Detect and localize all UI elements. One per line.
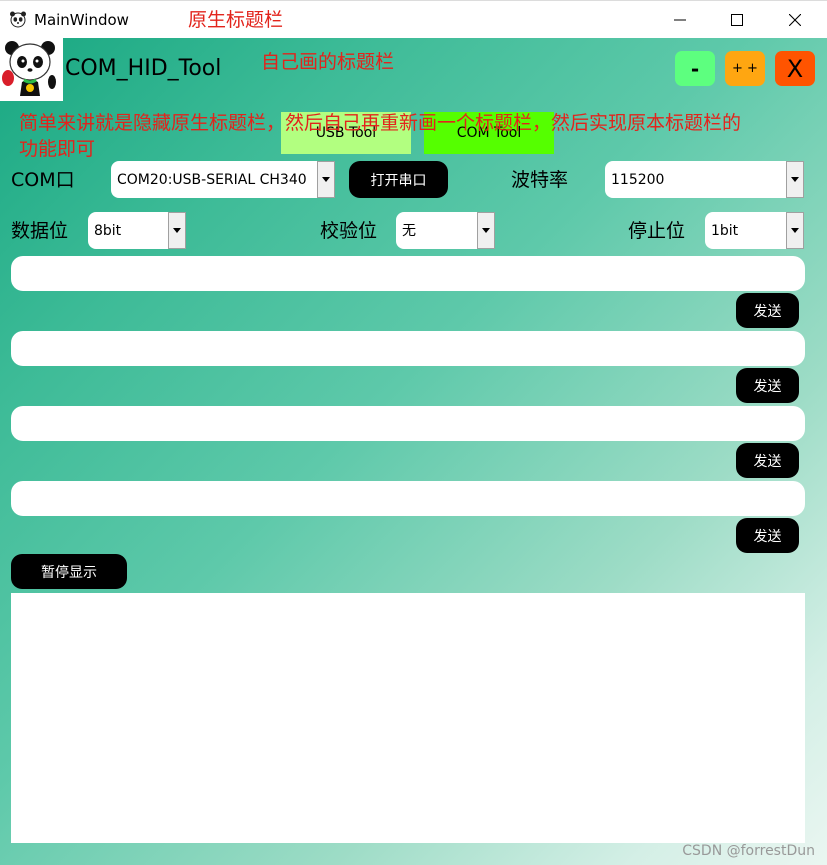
parity-select[interactable]: 无	[396, 212, 495, 249]
native-title-bar: MainWindow 原生标题栏	[0, 0, 827, 38]
custom-bar-annotation: 自己画的标题栏	[261, 51, 395, 73]
parity-value: 无	[402, 223, 416, 239]
custom-maximize-button[interactable]: + +	[725, 51, 765, 86]
chevron-down-icon	[173, 228, 181, 233]
panda-icon	[10, 11, 26, 28]
native-minimize-button[interactable]	[651, 1, 709, 39]
output-textarea[interactable]	[11, 593, 805, 843]
open-port-button[interactable]: 打开串口	[349, 161, 448, 198]
native-maximize-button[interactable]	[708, 1, 766, 39]
data-bits-value: 8bit	[94, 223, 122, 239]
send-button-4[interactable]: 发送	[736, 518, 799, 553]
baud-rate-select[interactable]: 115200	[605, 161, 804, 198]
dropdown-arrow[interactable]	[477, 212, 495, 249]
watermark: CSDN @forrestDun	[682, 843, 815, 859]
panda-icon	[2, 41, 56, 96]
send-button-2[interactable]: 发送	[736, 368, 799, 403]
dropdown-arrow[interactable]	[786, 212, 804, 249]
dropdown-arrow[interactable]	[786, 161, 804, 198]
send-button-3[interactable]: 发送	[736, 443, 799, 478]
baud-rate-label: 波特率	[511, 169, 569, 191]
custom-close-button[interactable]: X	[775, 51, 815, 86]
maximize-icon	[731, 14, 743, 26]
chevron-down-icon	[322, 177, 330, 182]
baud-rate-value: 115200	[611, 172, 665, 188]
chevron-down-icon	[482, 228, 490, 233]
summary-annotation: 简单来讲就是隐藏原生标题栏，然后自己再重新画一个标题栏，然后实现原本标题栏的功能…	[19, 112, 742, 160]
pause-display-button[interactable]: 暂停显示	[11, 554, 127, 589]
dropdown-arrow[interactable]	[317, 161, 335, 198]
close-icon	[789, 14, 801, 26]
window-title: MainWindow	[34, 11, 129, 29]
minimize-icon	[674, 19, 686, 21]
native-bar-annotation: 原生标题栏	[188, 9, 284, 31]
stop-bits-select[interactable]: 1bit	[705, 212, 804, 249]
parity-label: 校验位	[320, 220, 378, 242]
chevron-down-icon	[791, 228, 799, 233]
data-bits-label: 数据位	[11, 220, 69, 242]
send-input-2[interactable]	[11, 331, 805, 366]
com-port-value: COM20:USB-SERIAL CH340	[117, 172, 307, 188]
chevron-down-icon	[791, 177, 799, 182]
dropdown-arrow[interactable]	[168, 212, 186, 249]
custom-title: COM_HID_Tool	[65, 56, 222, 81]
custom-minimize-button[interactable]: -	[675, 51, 715, 86]
client-area: COM_HID_Tool 自己画的标题栏 - + + X USB Tool CO…	[0, 38, 827, 865]
native-close-button[interactable]	[766, 1, 824, 39]
stop-bits-value: 1bit	[711, 223, 739, 239]
send-button-1[interactable]: 发送	[736, 293, 799, 328]
send-input-1[interactable]	[11, 256, 805, 291]
stop-bits-label: 停止位	[628, 220, 686, 242]
data-bits-select[interactable]: 8bit	[88, 212, 186, 249]
com-port-select[interactable]: COM20:USB-SERIAL CH340	[111, 161, 335, 198]
send-input-4[interactable]	[11, 481, 805, 516]
logo	[0, 38, 63, 101]
send-input-3[interactable]	[11, 406, 805, 441]
com-port-label: COM口	[11, 169, 75, 191]
